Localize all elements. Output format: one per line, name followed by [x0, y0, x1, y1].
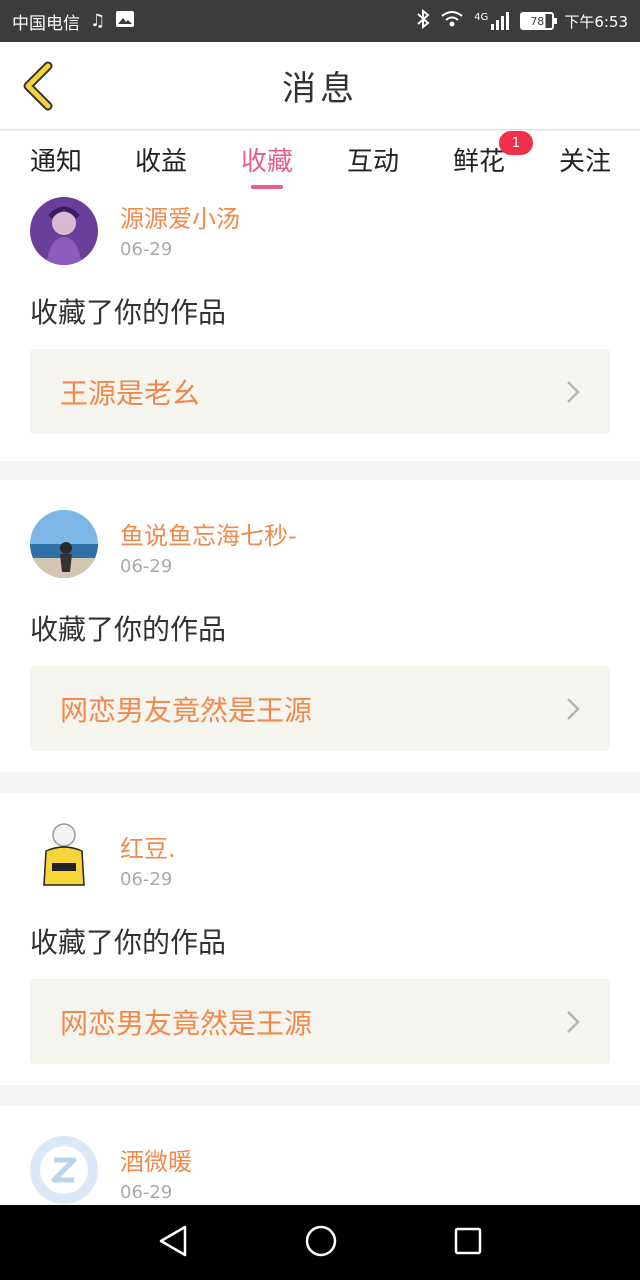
page-title: 消息	[282, 69, 358, 109]
status-bar: 中国电信 ♫ 4G 78 下午6:53	[0, 0, 640, 42]
username[interactable]: 源源爱小汤	[120, 199, 240, 234]
tab-interactions[interactable]: 互动	[333, 141, 413, 191]
home-circle-icon[interactable]	[304, 1224, 338, 1262]
wifi-icon	[440, 10, 464, 33]
tab-bar: 通知 收益 收藏 互动 鲜花 1 关注	[0, 131, 640, 197]
action-text: 收藏了你的作品	[30, 296, 227, 329]
back-triangle-icon[interactable]	[157, 1224, 189, 1262]
battery-icon: 78	[520, 12, 558, 30]
tab-label: 关注	[558, 147, 611, 177]
network-type-label: 4G	[474, 12, 489, 23]
favorites-feed[interactable]: 源源爱小汤 06-29 收藏了你的作品 王源是老幺 鱼说鱼忘海七秒- 06-29…	[0, 197, 640, 1205]
chevron-right-icon	[567, 1010, 580, 1033]
system-navigation-bar	[0, 1205, 640, 1280]
tab-favorites[interactable]: 收藏	[227, 141, 307, 191]
date: 06-29	[120, 1182, 173, 1203]
username[interactable]: 酒微暖	[120, 1142, 192, 1177]
action-text: 收藏了你的作品	[30, 926, 227, 959]
battery-level: 78	[530, 14, 545, 28]
tab-label: 通知	[29, 147, 82, 177]
tab-following[interactable]: 关注	[545, 141, 625, 191]
username[interactable]: 鱼说鱼忘海七秒-	[120, 516, 297, 551]
work-title: 王源是老幺	[60, 376, 201, 410]
tab-label: 互动	[346, 147, 399, 177]
chevron-right-icon	[567, 380, 580, 403]
avatar[interactable]	[30, 510, 98, 578]
tab-notifications[interactable]: 通知	[16, 141, 96, 191]
list-item: 鱼说鱼忘海七秒- 06-29 收藏了你的作品 网恋男友竟然是王源	[0, 480, 640, 772]
signal-icon: 4G	[474, 12, 510, 30]
active-tab-indicator	[251, 185, 283, 189]
carrier-label: 中国电信	[12, 13, 80, 34]
tab-flowers[interactable]: 鲜花 1	[439, 131, 533, 191]
tab-label: 收藏	[240, 147, 293, 177]
image-icon	[115, 10, 135, 33]
music-note-icon: ♫	[90, 11, 106, 31]
list-item: 红豆. 06-29 收藏了你的作品 网恋男友竟然是王源	[0, 793, 640, 1085]
date: 06-29	[120, 239, 173, 260]
work-link[interactable]: 网恋男友竟然是王源	[30, 979, 610, 1064]
tab-earnings[interactable]: 收益	[121, 141, 201, 191]
avatar[interactable]	[30, 1136, 98, 1204]
list-item: 源源爱小汤 06-29 收藏了你的作品 王源是老幺	[0, 197, 640, 461]
action-text: 收藏了你的作品	[30, 613, 227, 646]
notification-badge: 1	[499, 131, 533, 155]
list-item: 酒微暖 06-29	[0, 1106, 640, 1205]
back-arrow-icon	[23, 61, 53, 111]
avatar[interactable]	[30, 197, 98, 265]
work-title: 网恋男友竟然是王源	[60, 693, 313, 727]
back-button[interactable]	[18, 58, 58, 114]
clock: 下午6:53	[564, 12, 628, 31]
date: 06-29	[120, 556, 173, 577]
tab-label: 鲜花	[452, 147, 505, 177]
avatar[interactable]	[30, 819, 98, 887]
work-link[interactable]: 网恋男友竟然是王源	[30, 666, 610, 751]
work-link[interactable]: 王源是老幺	[30, 349, 610, 434]
nav-header: 消息	[0, 42, 640, 130]
chevron-right-icon	[567, 697, 580, 720]
username[interactable]: 红豆.	[120, 829, 176, 864]
recents-square-icon[interactable]	[453, 1226, 483, 1260]
tab-label: 收益	[134, 147, 187, 177]
work-title: 网恋男友竟然是王源	[60, 1006, 313, 1040]
bluetooth-icon	[416, 8, 430, 34]
date: 06-29	[120, 869, 173, 890]
